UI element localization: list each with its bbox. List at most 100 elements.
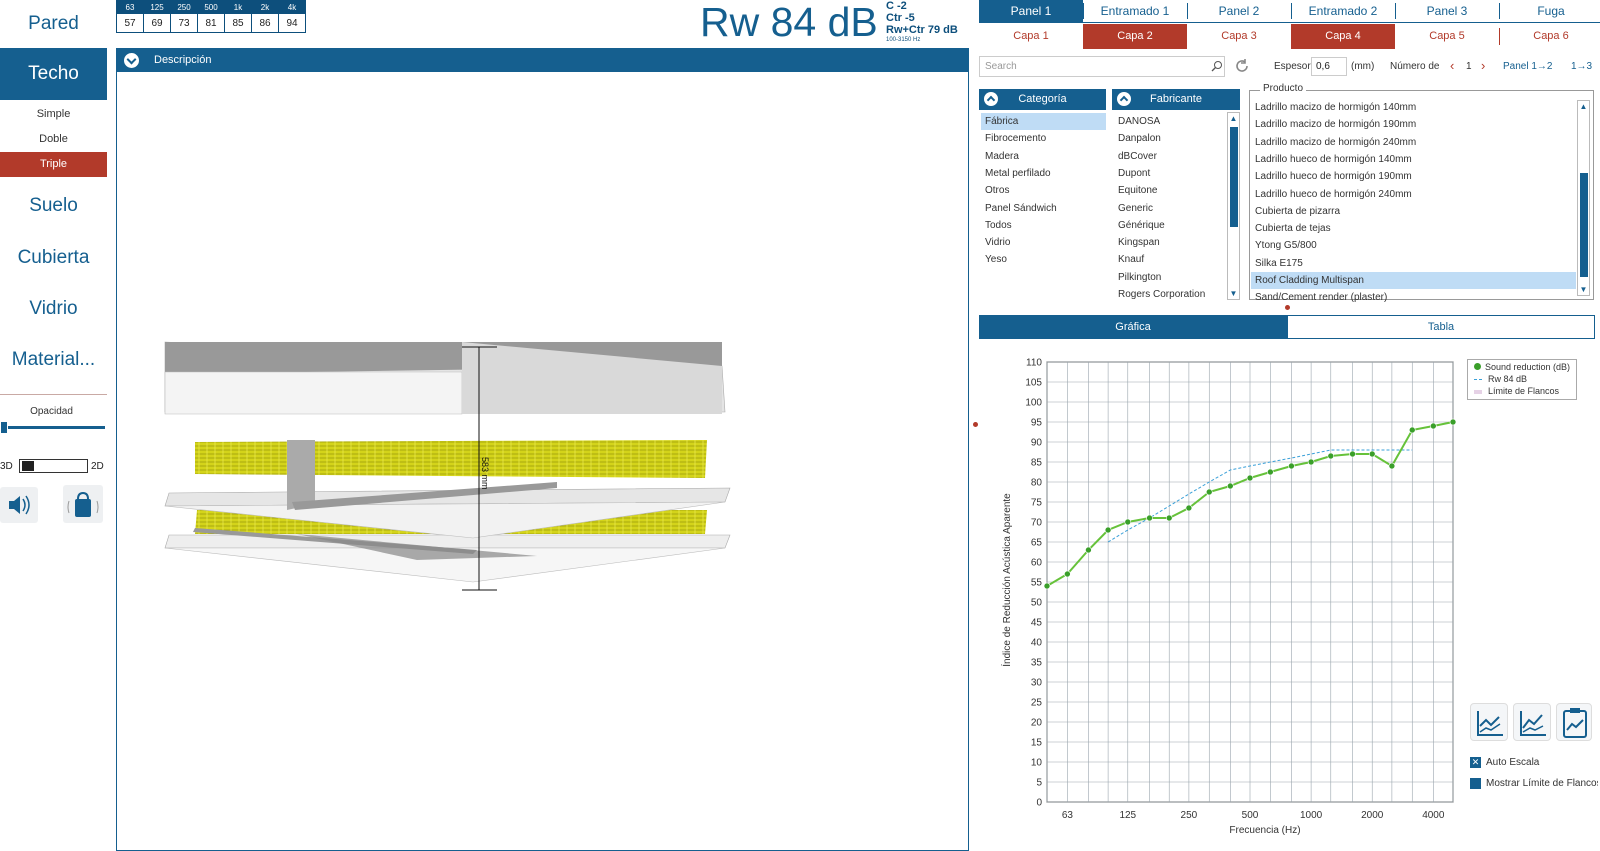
opacity-slider[interactable] xyxy=(0,426,105,429)
view-mode-toggle[interactable] xyxy=(19,459,88,473)
producto-item[interactable]: Ladrillo macizo de hormigón 240mm xyxy=(1251,134,1576,151)
scroll-down-icon[interactable]: ▼ xyxy=(1228,288,1239,299)
data-point[interactable] xyxy=(1327,452,1335,460)
sound-button[interactable] xyxy=(0,487,38,523)
panel-tab-6[interactable]: Fuga xyxy=(1499,0,1600,22)
fabricante-item[interactable]: DANOSA xyxy=(1114,113,1225,130)
data-point[interactable] xyxy=(1064,570,1071,578)
producto-item[interactable]: Cubierta de pizarra xyxy=(1251,203,1576,220)
nav-sub-simple[interactable]: Simple xyxy=(0,102,107,127)
next-arrow-icon[interactable]: › xyxy=(1481,58,1485,73)
fabricante-item[interactable]: Générique xyxy=(1114,217,1225,234)
fabricante-item[interactable]: Dupont xyxy=(1114,165,1225,182)
categoria-item[interactable]: Otros xyxy=(981,182,1106,199)
weight-button[interactable] xyxy=(63,485,103,523)
data-point[interactable] xyxy=(1307,458,1315,466)
producto-item[interactable]: Roof Cladding Multispan xyxy=(1251,272,1576,289)
scroll-up-icon[interactable]: ▲ xyxy=(1228,113,1239,124)
fabricante-item[interactable]: Danpalon xyxy=(1114,130,1225,147)
data-point[interactable] xyxy=(1085,546,1092,554)
nav-techo[interactable]: Techo xyxy=(0,48,107,100)
nav-pared[interactable]: Pared xyxy=(0,0,107,48)
fabricante-item[interactable]: Equitone xyxy=(1114,182,1225,199)
producto-item[interactable]: Ladrillo macizo de hormigón 190mm xyxy=(1251,116,1576,133)
producto-item[interactable]: Ytong G5/800 xyxy=(1251,237,1576,254)
fabricante-item[interactable]: Pilkington xyxy=(1114,269,1225,286)
opacity-slider-thumb[interactable] xyxy=(0,421,8,434)
collapse-icon[interactable] xyxy=(1117,92,1131,106)
fabricante-header[interactable]: Fabricante xyxy=(1112,89,1240,110)
layer-tab-4[interactable]: Capa 4 xyxy=(1291,24,1395,49)
chart-export-button[interactable] xyxy=(1556,703,1592,741)
data-point[interactable] xyxy=(1165,514,1173,522)
data-point[interactable] xyxy=(1205,488,1213,496)
layer-tab-6[interactable]: Capa 6 xyxy=(1499,24,1600,49)
producto-item[interactable]: Ladrillo macizo de hormigón 140mm xyxy=(1251,99,1576,116)
collapse-icon[interactable] xyxy=(984,92,998,106)
data-point[interactable] xyxy=(1246,474,1254,482)
producto-scrollbar[interactable]: ▲ ▼ xyxy=(1577,100,1590,296)
tab-grafica[interactable]: Gráfica xyxy=(979,315,1287,339)
data-point[interactable] xyxy=(1185,504,1193,512)
data-point[interactable] xyxy=(1288,462,1295,470)
categoria-header[interactable]: Categoría xyxy=(979,89,1106,110)
fabricante-item[interactable]: Rogers Corporation xyxy=(1114,286,1225,303)
search-input[interactable]: Search xyxy=(979,56,1225,77)
layer-tab-3[interactable]: Capa 3 xyxy=(1187,24,1291,49)
nav-vidrio[interactable]: Vidrio xyxy=(0,283,107,334)
data-point[interactable] xyxy=(1146,514,1153,522)
scroll-up-icon[interactable]: ▲ xyxy=(1578,101,1589,112)
panel-tab-1[interactable]: Panel 1 xyxy=(979,0,1083,22)
producto-item[interactable]: Ladrillo hueco de hormigón 240mm xyxy=(1251,186,1576,203)
fabricante-item[interactable]: Generic xyxy=(1114,200,1225,217)
panel-tab-2[interactable]: Entramado 1 xyxy=(1083,0,1187,22)
data-point[interactable] xyxy=(1267,468,1274,476)
scroll-thumb[interactable] xyxy=(1230,127,1238,227)
categoria-item[interactable]: Madera xyxy=(981,148,1106,165)
data-point[interactable] xyxy=(1227,482,1234,490)
collapse-icon[interactable] xyxy=(124,53,139,68)
categoria-item[interactable]: Yeso xyxy=(981,251,1106,268)
splitter-handle[interactable] xyxy=(973,422,978,427)
fabricante-scrollbar[interactable]: ▲ ▼ xyxy=(1227,112,1240,300)
producto-item[interactable]: Silka E175 xyxy=(1251,255,1576,272)
categoria-item[interactable]: Vidrio xyxy=(981,234,1106,251)
categoria-item[interactable]: Todos xyxy=(981,217,1106,234)
splitter-handle[interactable] xyxy=(1285,305,1290,310)
refresh-icon[interactable] xyxy=(1233,57,1251,75)
panel-link[interactable]: Panel 1→2 xyxy=(1503,61,1552,72)
data-point[interactable] xyxy=(1430,422,1437,430)
panel-tab-5[interactable]: Panel 3 xyxy=(1395,0,1499,22)
data-point[interactable] xyxy=(1124,518,1132,526)
nav-sub-triple[interactable]: Triple xyxy=(0,152,107,177)
nav-suelo[interactable]: Suelo xyxy=(0,180,107,232)
producto-item[interactable]: Cubierta de tejas xyxy=(1251,220,1576,237)
data-point[interactable] xyxy=(1104,526,1112,534)
search-icon[interactable] xyxy=(1211,60,1223,72)
producto-item[interactable]: Ladrillo hueco de hormigón 140mm xyxy=(1251,151,1576,168)
tab-tabla[interactable]: Tabla xyxy=(1287,315,1595,339)
layer-tab-2[interactable]: Capa 2 xyxy=(1083,24,1187,49)
categoria-item[interactable]: Metal perfilado xyxy=(981,165,1106,182)
data-point[interactable] xyxy=(1449,418,1457,426)
chart-line-button[interactable] xyxy=(1470,703,1508,741)
layer-tab-5[interactable]: Capa 5 xyxy=(1395,24,1499,49)
categoria-item[interactable]: Panel Sándwich xyxy=(981,200,1106,217)
data-point[interactable] xyxy=(1408,426,1416,434)
nav-sub-doble[interactable]: Doble xyxy=(0,127,107,152)
fabricante-item[interactable]: dBCover xyxy=(1114,148,1225,165)
ceiling-3d-model[interactable]: 583 mm xyxy=(117,72,968,851)
range-link[interactable]: 1→3 xyxy=(1571,61,1592,72)
data-point[interactable] xyxy=(1368,450,1376,458)
espesor-input[interactable]: 0,6 xyxy=(1311,57,1347,76)
data-point[interactable] xyxy=(1043,582,1051,590)
scroll-down-icon[interactable]: ▼ xyxy=(1578,284,1589,295)
nav-cubierta[interactable]: Cubierta xyxy=(0,232,107,283)
categoria-item[interactable]: Fibrocemento xyxy=(981,130,1106,147)
data-point[interactable] xyxy=(1349,450,1356,458)
scroll-thumb[interactable] xyxy=(1580,173,1588,277)
producto-item[interactable]: Sand/Cement render (plaster) xyxy=(1251,289,1576,306)
layer-tab-1[interactable]: Capa 1 xyxy=(979,24,1083,49)
prev-arrow-icon[interactable]: ‹ xyxy=(1450,58,1454,73)
fabricante-item[interactable]: Knauf xyxy=(1114,251,1225,268)
